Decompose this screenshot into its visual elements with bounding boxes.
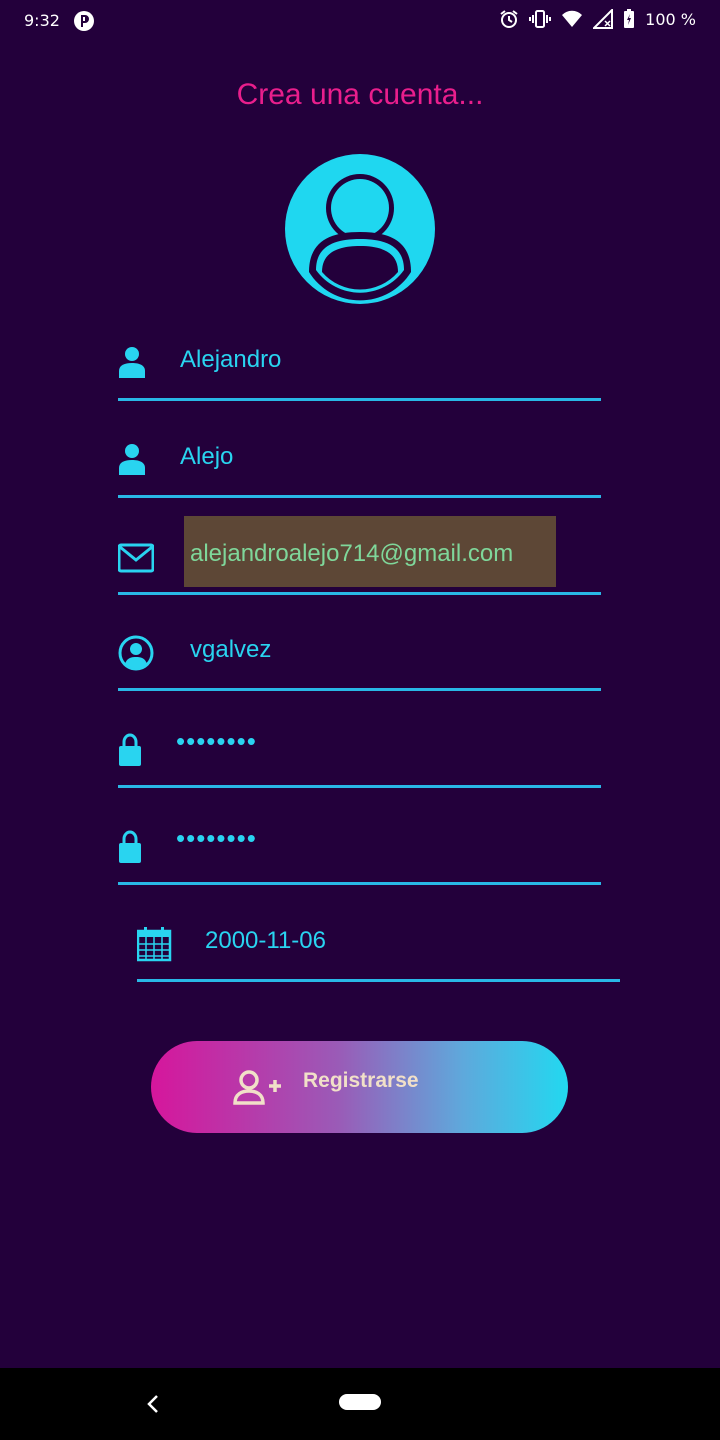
add-person-icon <box>233 1070 281 1105</box>
register-button-label: Registrarse <box>303 1069 419 1092</box>
lock-icon <box>119 830 141 863</box>
battery-icon <box>624 9 635 28</box>
avatar-icon[interactable] <box>285 154 435 304</box>
register-button[interactable]: Registrarse <box>151 1041 568 1133</box>
confirm-password-input[interactable]: •••••••• <box>176 823 257 854</box>
password-input[interactable]: •••••••• <box>176 726 257 757</box>
first-name-underline <box>118 398 601 401</box>
email-input[interactable]: alejandroalejo714@gmail.com <box>190 540 513 568</box>
confirm-password-underline <box>118 882 601 885</box>
status-bar: 9:32 100 % <box>0 0 720 42</box>
status-time: 9:32 <box>24 11 60 30</box>
battery-percent: 100 % <box>645 9 696 29</box>
status-icons: 100 % <box>499 9 696 29</box>
page-title: Crea una cuenta... <box>236 78 484 111</box>
back-icon[interactable] <box>143 1392 163 1416</box>
last-name-underline <box>118 495 601 498</box>
calendar-icon <box>137 927 172 962</box>
first-name-field[interactable]: Alejandro <box>118 331 601 401</box>
username-input[interactable]: vgalvez <box>190 636 271 664</box>
birth-date-field[interactable]: 2000-11-06 <box>137 912 620 982</box>
account-circle-icon <box>118 635 154 671</box>
first-name-input[interactable]: Alejandro <box>180 346 281 374</box>
home-pill-button[interactable] <box>339 1394 381 1410</box>
birth-date-underline <box>137 979 620 982</box>
password-underline <box>118 785 601 788</box>
last-name-field[interactable]: Alejo <box>118 428 601 498</box>
wifi-icon <box>562 10 583 27</box>
person-icon <box>119 347 145 378</box>
alarm-icon <box>500 10 518 28</box>
signal-icon <box>593 9 614 29</box>
system-nav-bar <box>0 1368 720 1440</box>
person-icon <box>119 444 145 475</box>
notification-app-icon <box>74 11 94 31</box>
username-field[interactable]: vgalvez <box>118 621 601 691</box>
username-underline <box>118 688 601 691</box>
last-name-input[interactable]: Alejo <box>180 443 233 471</box>
email-underline <box>118 592 601 595</box>
confirm-password-field[interactable]: •••••••• <box>118 815 601 885</box>
mail-icon <box>118 543 154 573</box>
lock-icon <box>119 733 141 766</box>
vibrate-icon <box>529 10 552 28</box>
email-field[interactable]: alejandroalejo714@gmail.com <box>118 516 601 595</box>
password-field[interactable]: •••••••• <box>118 718 601 788</box>
birth-date-input[interactable]: 2000-11-06 <box>205 927 326 955</box>
